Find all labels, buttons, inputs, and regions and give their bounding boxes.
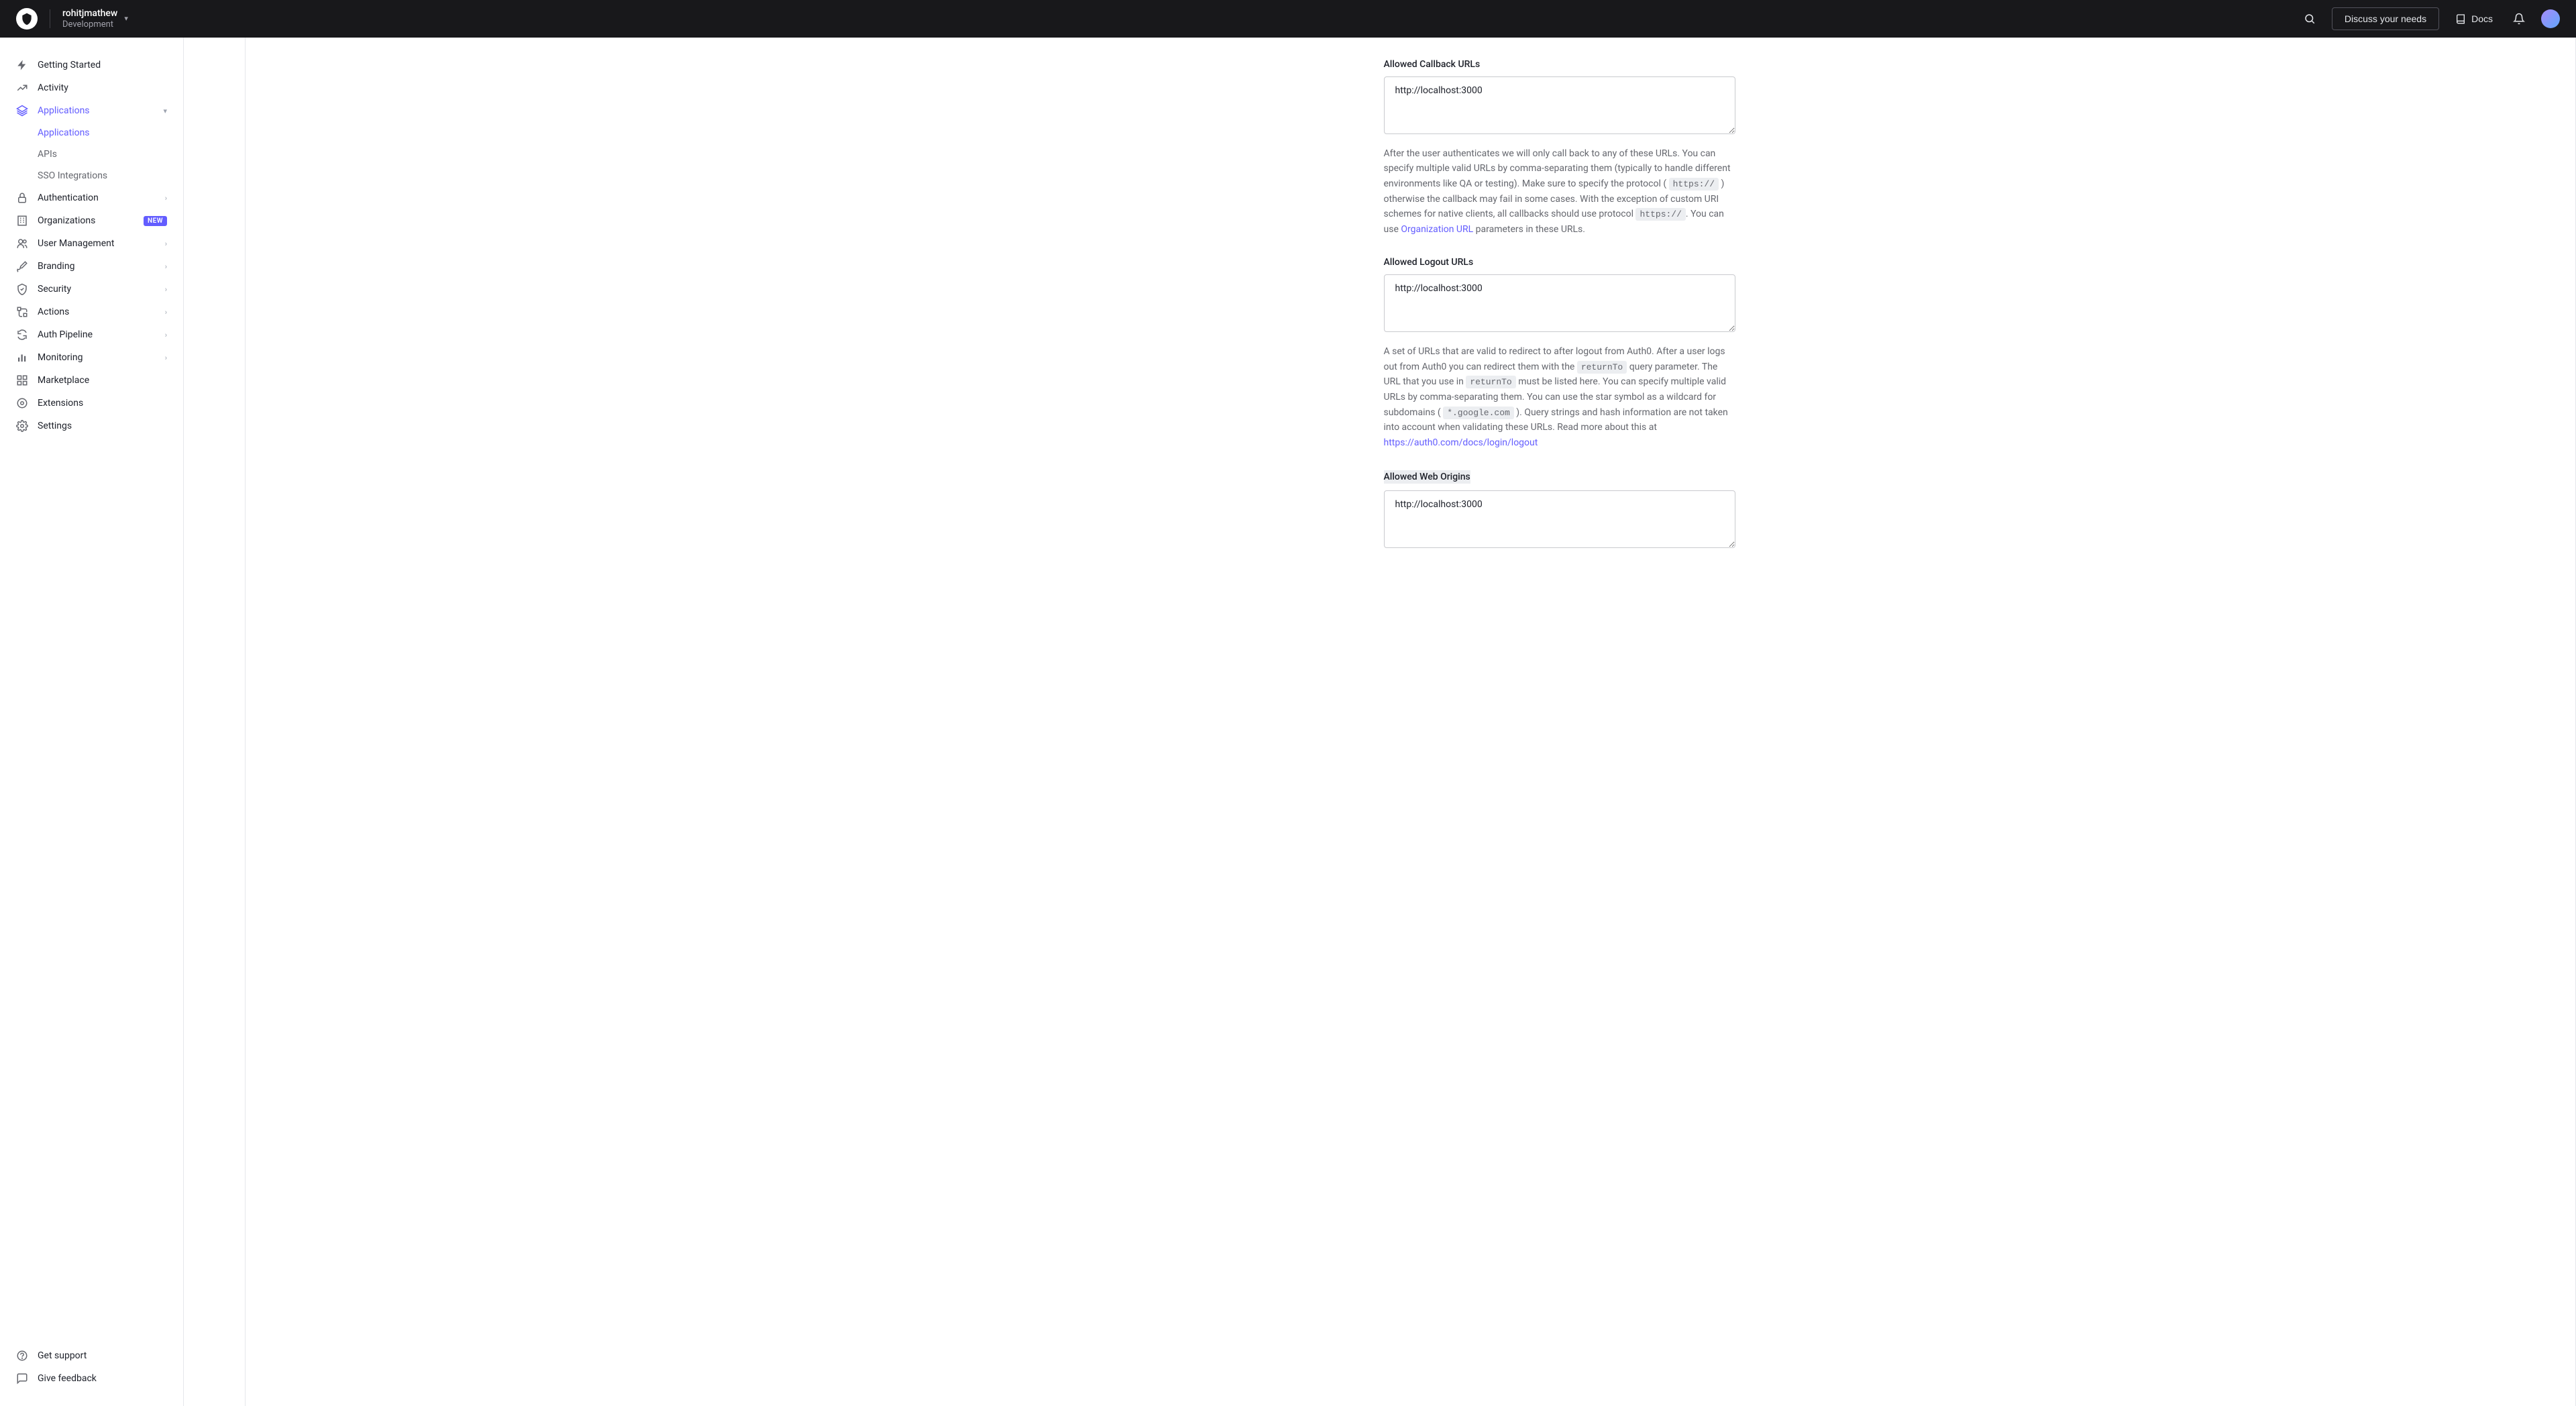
- sidebar-item-get-support[interactable]: Get support: [8, 1344, 175, 1367]
- building-icon: [16, 215, 28, 227]
- lock-icon: [16, 192, 28, 204]
- discuss-button[interactable]: Discuss your needs: [2332, 7, 2439, 30]
- pipeline-icon: [16, 329, 28, 341]
- chevron-right-icon: ›: [165, 354, 167, 362]
- sidebar-item-label: Actions: [38, 307, 156, 317]
- tenant-switcher[interactable]: rohitjmathew Development ▾: [62, 8, 128, 30]
- sidebar-item-label: Getting Started: [38, 60, 167, 70]
- sidebar-item-label: Activity: [38, 83, 167, 93]
- field-logout-urls: Allowed Logout URLs A set of URLs that a…: [1384, 257, 1735, 450]
- callback-label: Allowed Callback URLs: [1384, 59, 1735, 70]
- chevron-right-icon: ›: [165, 331, 167, 339]
- puzzle-icon: [16, 397, 28, 409]
- sidebar-item-apis[interactable]: APIs: [30, 144, 175, 165]
- sidebar-item-user-management[interactable]: User Management ›: [8, 232, 175, 255]
- org-url-link[interactable]: Organization URL: [1401, 224, 1473, 235]
- origins-textarea[interactable]: [1384, 490, 1735, 548]
- sidebar-item-label: Auth Pipeline: [38, 329, 156, 340]
- sidebar-item-label: Give feedback: [38, 1373, 167, 1384]
- callback-help: After the user authenticates we will onl…: [1384, 146, 1735, 237]
- sidebar-item-applications[interactable]: Applications ▾: [8, 99, 175, 122]
- sidebar-item-activity[interactable]: Activity: [8, 76, 175, 99]
- sidebar-item-label: Extensions: [38, 398, 167, 409]
- chevron-right-icon: ›: [165, 308, 167, 317]
- sidebar-item-getting-started[interactable]: Getting Started: [8, 54, 175, 76]
- sidebar-item-settings[interactable]: Settings: [8, 415, 175, 437]
- docs-link[interactable]: Docs: [2451, 9, 2497, 28]
- user-avatar[interactable]: [2541, 9, 2560, 28]
- book-icon: [2455, 13, 2466, 24]
- logout-docs-link[interactable]: https://auth0.com/docs/login/logout: [1384, 437, 1538, 448]
- sidebar-item-label: Organizations: [38, 215, 134, 226]
- sidebar-item-label: APIs: [38, 149, 57, 160]
- tenant-env: Development: [62, 19, 117, 30]
- sidebar-item-label: User Management: [38, 238, 156, 249]
- brush-icon: [16, 260, 28, 272]
- sidebar-item-label: Authentication: [38, 193, 156, 203]
- sidebar-item-label: Security: [38, 284, 156, 294]
- sidebar-item-label: Get support: [38, 1350, 167, 1361]
- grid-icon: [16, 374, 28, 386]
- lightning-icon: [16, 59, 28, 71]
- search-button[interactable]: [2300, 9, 2320, 29]
- gear-icon: [16, 420, 28, 432]
- code-returnto: returnTo: [1577, 361, 1627, 374]
- sidebar-item-give-feedback[interactable]: Give feedback: [8, 1367, 175, 1390]
- sidebar-item-label: SSO Integrations: [38, 170, 107, 181]
- chevron-right-icon: ›: [165, 285, 167, 294]
- help-icon: [16, 1350, 28, 1362]
- field-callback-urls: Allowed Callback URLs After the user aut…: [1384, 59, 1735, 237]
- chevron-right-icon: ›: [165, 194, 167, 203]
- chevron-right-icon: ›: [165, 239, 167, 248]
- code-wildcard: *.google.com: [1443, 407, 1514, 419]
- sidebar-item-label: Applications: [38, 105, 154, 116]
- flow-icon: [16, 306, 28, 318]
- users-icon: [16, 237, 28, 250]
- origins-label: Allowed Web Origins: [1384, 470, 1470, 484]
- logout-help: A set of URLs that are valid to redirect…: [1384, 344, 1735, 450]
- sidebar-item-branding[interactable]: Branding ›: [8, 255, 175, 278]
- top-header: rohitjmathew Development ▾ Discuss your …: [0, 0, 2576, 38]
- notifications-button[interactable]: [2509, 9, 2529, 29]
- main-content: Allowed Callback URLs After the user aut…: [246, 38, 2575, 1406]
- sidebar-item-actions[interactable]: Actions ›: [8, 301, 175, 323]
- sidebar-item-applications[interactable]: Applications: [30, 122, 175, 144]
- shield-icon: [16, 283, 28, 295]
- sidebar-item-label: Monitoring: [38, 352, 156, 363]
- sidebar: Getting StartedActivityApplications▾Appl…: [0, 38, 184, 1406]
- auth0-logo[interactable]: [16, 8, 38, 30]
- sidebar-item-label: Applications: [38, 127, 90, 138]
- chevron-down-icon: ▾: [124, 14, 128, 23]
- sidebar-item-marketplace[interactable]: Marketplace: [8, 369, 175, 392]
- message-icon: [16, 1372, 28, 1385]
- sidebar-item-label: Marketplace: [38, 375, 167, 386]
- code-returnto: returnTo: [1466, 376, 1515, 388]
- sidebar-item-auth-pipeline[interactable]: Auth Pipeline ›: [8, 323, 175, 346]
- sidebar-item-label: Branding: [38, 261, 156, 272]
- new-badge: NEW: [144, 216, 167, 226]
- sidebar-item-security[interactable]: Security ›: [8, 278, 175, 301]
- sidebar-item-sso-integrations[interactable]: SSO Integrations: [30, 165, 175, 186]
- layers-icon: [16, 105, 28, 117]
- chevron-down-icon: ▾: [163, 107, 167, 115]
- logout-label: Allowed Logout URLs: [1384, 257, 1735, 268]
- chart-icon: [16, 82, 28, 94]
- logout-textarea[interactable]: [1384, 274, 1735, 332]
- callback-textarea[interactable]: [1384, 76, 1735, 134]
- sidebar-item-extensions[interactable]: Extensions: [8, 392, 175, 415]
- code-https: https://: [1635, 208, 1685, 221]
- bell-icon: [2513, 13, 2525, 25]
- search-icon: [2304, 13, 2316, 25]
- code-https: https://: [1669, 178, 1719, 191]
- tenant-name: rohitjmathew: [62, 8, 117, 19]
- field-web-origins: Allowed Web Origins: [1384, 470, 1735, 551]
- sidebar-item-authentication[interactable]: Authentication ›: [8, 186, 175, 209]
- chevron-right-icon: ›: [165, 262, 167, 271]
- content-gutter: [184, 38, 246, 1406]
- bars-icon: [16, 352, 28, 364]
- sidebar-item-monitoring[interactable]: Monitoring ›: [8, 346, 175, 369]
- sidebar-item-organizations[interactable]: Organizations NEW: [8, 209, 175, 232]
- sidebar-item-label: Settings: [38, 421, 167, 431]
